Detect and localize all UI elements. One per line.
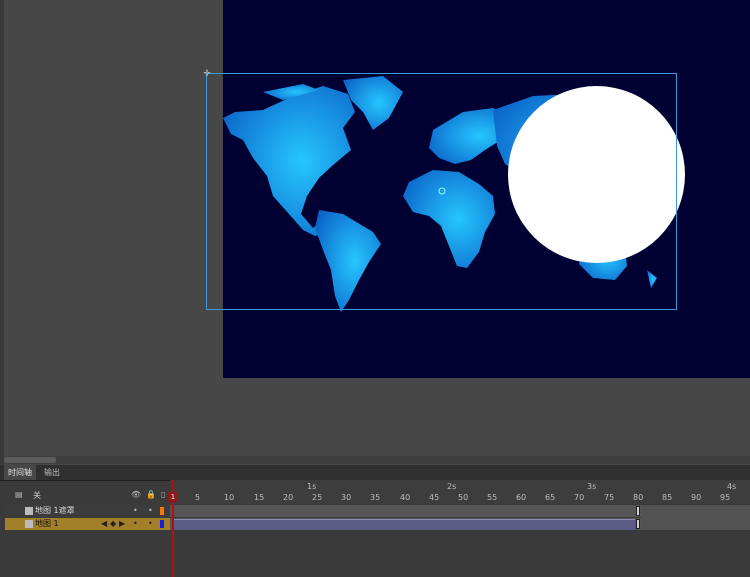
ruler-frame: 80 bbox=[633, 493, 644, 502]
end-frame-marker[interactable] bbox=[636, 519, 640, 529]
ruler-frame: 25 bbox=[312, 493, 323, 502]
outline-icon[interactable]: ▯ bbox=[161, 490, 165, 499]
header-label: 关 bbox=[33, 491, 41, 500]
ruler-frame: 90 bbox=[691, 493, 702, 502]
registration-point-icon[interactable]: ✛ bbox=[203, 70, 211, 79]
ruler-frame: 60 bbox=[516, 493, 527, 502]
ruler-frame: 30 bbox=[341, 493, 352, 502]
motion-tween-span[interactable] bbox=[173, 519, 635, 530]
ruler-frame: 5 bbox=[195, 493, 201, 502]
ruler-second: 3s bbox=[587, 482, 597, 491]
visibility-eye-icon[interactable]: 👁 bbox=[131, 490, 141, 499]
layer-stack-icon[interactable]: ▤ bbox=[15, 490, 23, 499]
ruler-frame: 50 bbox=[458, 493, 469, 502]
next-keyframe-icon[interactable]: ▶ bbox=[119, 518, 125, 530]
layer-color-swatch[interactable] bbox=[160, 520, 164, 528]
panel-tab-bar: 时间轴 输出 bbox=[0, 465, 750, 481]
ruler-frame: 85 bbox=[662, 493, 673, 502]
empty-frames-area[interactable] bbox=[641, 505, 750, 530]
tab-timeline[interactable]: 时间轴 bbox=[4, 465, 36, 480]
ruler-frame: 40 bbox=[400, 493, 411, 502]
ruler-frame: 55 bbox=[487, 493, 498, 502]
lock-dot[interactable]: • bbox=[148, 505, 153, 517]
ruler-second: 2s bbox=[447, 482, 457, 491]
tab-output[interactable]: 输出 bbox=[40, 465, 64, 480]
end-frame-marker[interactable] bbox=[636, 506, 640, 516]
ruler-frame: 10 bbox=[224, 493, 235, 502]
layer-row-map[interactable]: 地图 1 ◀ ◆ ▶ • • bbox=[5, 518, 170, 530]
layer-color-swatch[interactable] bbox=[160, 507, 164, 515]
ruler-frame: 75 bbox=[604, 493, 615, 502]
ruler-frame: 20 bbox=[283, 493, 294, 502]
lock-dot[interactable]: • bbox=[148, 518, 153, 530]
layer-name: 地图 1 bbox=[35, 519, 59, 528]
ruler-frame: 35 bbox=[370, 493, 381, 502]
layer-row-mask[interactable]: 地图 1遮罩 • • bbox=[5, 505, 170, 517]
ruler-frame: 95 bbox=[720, 493, 731, 502]
horizontal-scrollbar[interactable] bbox=[4, 456, 750, 464]
visibility-dot[interactable]: • bbox=[133, 518, 138, 530]
visibility-dot[interactable]: • bbox=[133, 505, 138, 517]
ruler-frame: 70 bbox=[574, 493, 585, 502]
horizontal-scrollbar-thumb[interactable] bbox=[4, 457, 56, 463]
layer-type-icon bbox=[25, 520, 33, 528]
playhead-frame-label[interactable]: 1 bbox=[168, 492, 178, 502]
ruler-frame: 65 bbox=[545, 493, 556, 502]
ruler-frame: 45 bbox=[429, 493, 440, 502]
lock-icon[interactable]: 🔒 bbox=[146, 490, 156, 499]
ruler-second: 1s bbox=[307, 482, 317, 491]
ruler-frame: 15 bbox=[254, 493, 265, 502]
add-keyframe-icon[interactable]: ◆ bbox=[110, 518, 116, 530]
ruler-second: 4s bbox=[727, 482, 737, 491]
layer-type-icon bbox=[25, 507, 33, 515]
layer-name: 地图 1遮罩 bbox=[35, 506, 75, 515]
timeline-layer-header: ▤ 关 👁 🔒 ▯ bbox=[5, 488, 170, 503]
prev-keyframe-icon[interactable]: ◀ bbox=[101, 518, 107, 530]
timeline-ruler[interactable]: 1s 2s 3s 4s 5 10 15 20 25 30 35 40 45 50… bbox=[170, 480, 750, 504]
selection-bounding-box[interactable] bbox=[206, 73, 677, 310]
